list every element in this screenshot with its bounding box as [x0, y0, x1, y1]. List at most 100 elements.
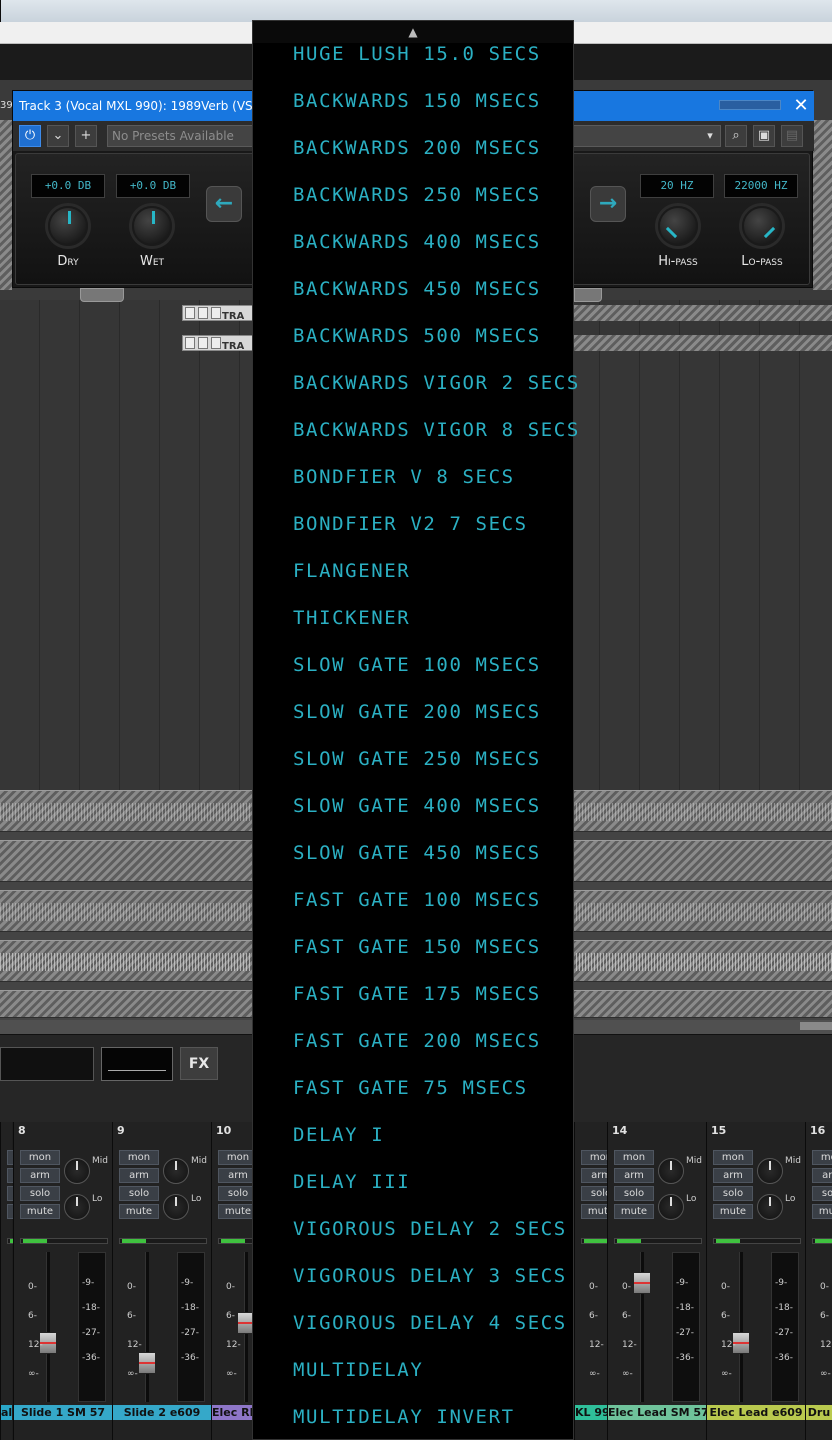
arm-button[interactable]: arm — [119, 1168, 159, 1183]
export-icon[interactable]: ▤ — [781, 125, 803, 147]
strip-name[interactable]: Dru — [806, 1405, 832, 1420]
volume-fader[interactable] — [633, 1252, 651, 1402]
wet-knob[interactable] — [132, 206, 172, 246]
preset-menu-item[interactable]: BACKWARDS 250 MSECS — [293, 180, 541, 210]
preset-menu-item[interactable]: BACKWARDS VIGOR 2 SECS — [293, 368, 580, 398]
preset-menu-item[interactable]: FAST GATE 175 MSECS — [293, 979, 541, 1009]
preset-menu-item[interactable]: BACKWARDS 400 MSECS — [293, 227, 541, 257]
clip-handle-right[interactable] — [574, 288, 602, 302]
solo-button[interactable]: solo — [812, 1186, 832, 1201]
mute-button[interactable]: mute — [20, 1204, 60, 1219]
wet-readout: +0.0 DB — [116, 174, 190, 198]
mid-knob[interactable] — [658, 1158, 684, 1184]
strip-name[interactable]: Slide 2 e609 — [113, 1405, 211, 1420]
strip-name[interactable]: KL 990 — [575, 1405, 607, 1420]
mon-button[interactable]: mon — [119, 1150, 159, 1165]
preset-menu-item[interactable]: BACKWARDS 200 MSECS — [293, 133, 541, 163]
browse-preset-icon[interactable]: ⌕ — [725, 125, 747, 147]
horizontal-scrollbar[interactable] — [800, 1022, 832, 1030]
close-icon[interactable]: ✕ — [791, 95, 811, 117]
preset-menu-item[interactable]: FAST GATE 75 MSECS — [293, 1073, 528, 1103]
preset-menu-item[interactable]: VIGOROUS DELAY 2 SECS — [293, 1214, 567, 1244]
arm-button[interactable]: arm — [713, 1168, 753, 1183]
fader-scale-label: 0- — [721, 1282, 730, 1292]
next-arrow-icon[interactable]: → — [590, 186, 626, 222]
volume-fader[interactable] — [732, 1252, 750, 1402]
save-icon[interactable]: ▣ — [753, 125, 775, 147]
preset-menu-item[interactable]: MULTIDELAY INVERT — [293, 1402, 515, 1432]
fader-cap[interactable] — [633, 1272, 651, 1294]
clip-b-right[interactable] — [574, 335, 832, 351]
preset-menu-item[interactable]: FAST GATE 200 MSECS — [293, 1026, 541, 1056]
lo-knob[interactable] — [163, 1194, 189, 1220]
preset-menu-item[interactable]: SLOW GATE 250 MSECS — [293, 744, 541, 774]
preset-menu-item[interactable]: HUGE LUSH 15.0 SECS — [293, 39, 541, 69]
preset-menu-item[interactable]: BONDFIER V 8 SECS — [293, 462, 515, 492]
mute-button[interactable]: mute — [614, 1204, 654, 1219]
mid-knob[interactable] — [757, 1158, 783, 1184]
preset-menu-item[interactable]: THICKENER — [293, 603, 410, 633]
minimize-bar[interactable] — [719, 100, 781, 110]
previous-arrow-icon[interactable]: ← — [206, 186, 242, 222]
clip-handle[interactable] — [80, 288, 124, 302]
fx-button[interactable]: FX — [180, 1047, 218, 1080]
strip-name[interactable]: Elec Lead SM 57 — [608, 1405, 706, 1420]
preset-menu-item[interactable]: DELAY III — [293, 1167, 410, 1197]
solo-button[interactable]: solo — [713, 1186, 753, 1201]
preset-menu-item[interactable]: FAST GATE 150 MSECS — [293, 932, 541, 962]
meter-scale-label: -27- — [775, 1328, 793, 1338]
preset-menu-item[interactable]: SLOW GATE 200 MSECS — [293, 697, 541, 727]
lo-knob[interactable] — [658, 1194, 684, 1220]
hipass-knob[interactable] — [658, 206, 698, 246]
preset-menu-item[interactable]: SLOW GATE 450 MSECS — [293, 838, 541, 868]
preset-menu-item[interactable]: MULTIDELAY — [293, 1355, 423, 1385]
mute-button[interactable]: mute — [713, 1204, 753, 1219]
strip-name[interactable]: Slide 1 SM 57 — [14, 1405, 112, 1420]
fader-cap[interactable] — [138, 1352, 156, 1374]
lo-knob[interactable] — [757, 1194, 783, 1220]
preset-menu-item[interactable]: FLANGENER — [293, 556, 410, 586]
arm-button[interactable]: arm — [812, 1168, 832, 1183]
preset-menu-item[interactable]: DELAY I — [293, 1120, 384, 1150]
solo-button[interactable]: solo — [20, 1186, 60, 1201]
mon-button[interactable]: mon — [713, 1150, 753, 1165]
preset-menu-item[interactable]: BACKWARDS 150 MSECS — [293, 86, 541, 116]
preset-menu-item[interactable]: BONDFIER V2 7 SECS — [293, 509, 528, 539]
volume-fader[interactable] — [39, 1252, 57, 1402]
mon-button[interactable]: mon — [812, 1150, 832, 1165]
mon-button[interactable]: mon — [614, 1150, 654, 1165]
preset-menu-item[interactable]: BACKWARDS 450 MSECS — [293, 274, 541, 304]
volume-fader[interactable] — [138, 1252, 156, 1402]
clip-a-right[interactable] — [574, 305, 832, 321]
dry-knob[interactable] — [48, 206, 88, 246]
meter-scale-label: -18- — [82, 1303, 100, 1313]
preset-menu-item[interactable]: SLOW GATE 400 MSECS — [293, 791, 541, 821]
arm-button[interactable]: arm — [614, 1168, 654, 1183]
strip-name[interactable]: Elec Rhy — [212, 1405, 252, 1420]
strip-name[interactable]: al — [1, 1405, 12, 1420]
solo-button[interactable]: solo — [614, 1186, 654, 1201]
power-icon[interactable]: ⏻ — [19, 125, 41, 147]
arm-button[interactable]: arm — [20, 1168, 60, 1183]
lo-knob[interactable] — [64, 1194, 90, 1220]
preset-menu-item[interactable]: VIGOROUS DELAY 4 SECS — [293, 1308, 567, 1338]
preset-menu-item[interactable]: BACKWARDS 500 MSECS — [293, 321, 541, 351]
mute-button[interactable]: mute — [812, 1204, 832, 1219]
preset-menu-item[interactable]: VIGOROUS DELAY 3 SECS — [293, 1261, 567, 1291]
add-icon[interactable]: + — [75, 125, 97, 147]
strip-name[interactable]: Elec Lead e609 — [707, 1405, 805, 1420]
mid-knob[interactable] — [163, 1158, 189, 1184]
lopass-knob[interactable] — [742, 206, 782, 246]
volume-fader[interactable] — [237, 1252, 255, 1402]
right-clip-strip — [813, 120, 832, 290]
mon-button[interactable]: mon — [20, 1150, 60, 1165]
track-header-a[interactable]: TRA — [182, 305, 254, 322]
preset-menu-item[interactable]: BACKWARDS VIGOR 8 SECS — [293, 415, 580, 445]
preset-menu-item[interactable]: SLOW GATE 100 MSECS — [293, 650, 541, 680]
solo-button[interactable]: solo — [119, 1186, 159, 1201]
mute-button[interactable]: mute — [119, 1204, 159, 1219]
mid-knob[interactable] — [64, 1158, 90, 1184]
preset-menu-item[interactable]: FAST GATE 100 MSECS — [293, 885, 541, 915]
expand-icon[interactable]: ⌄ — [47, 125, 69, 147]
track-header-b[interactable]: TRA — [182, 335, 254, 352]
